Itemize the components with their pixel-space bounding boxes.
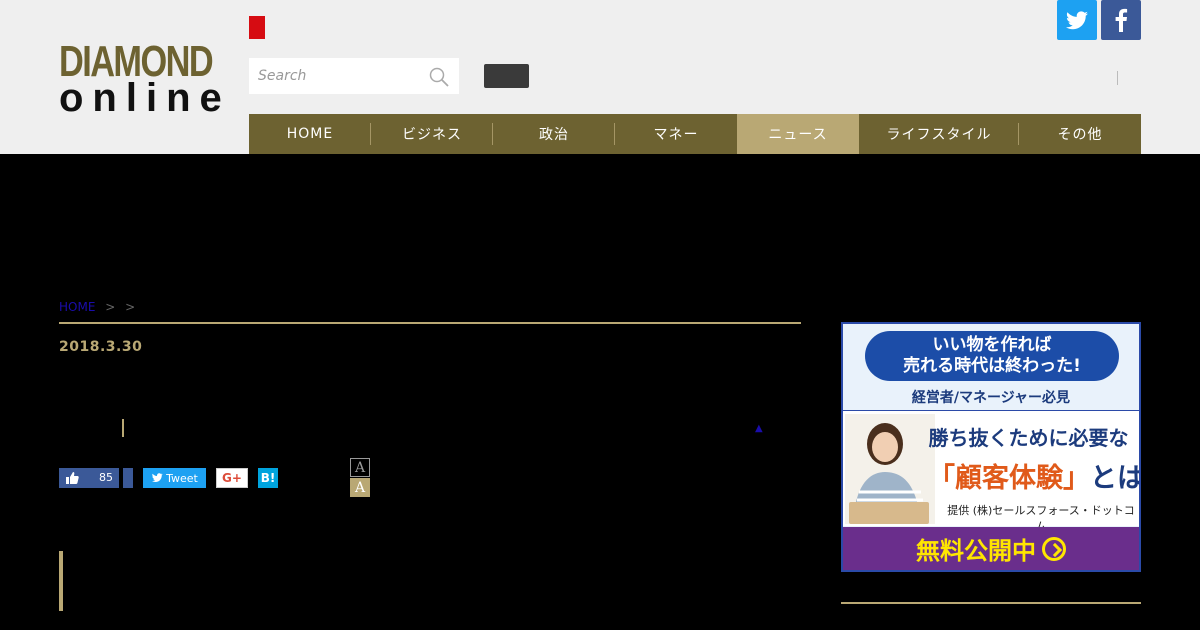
nav-item-label: 政治 [539,127,569,143]
font-size-large-button[interactable]: A [350,478,370,497]
header-separator [1117,71,1118,85]
google-plus-button[interactable]: G+ [216,468,248,488]
nav-item[interactable]: マネー [615,114,737,154]
nav-item-label: ライフスタイル [886,127,992,143]
arrow-right-circle-icon [1042,536,1066,561]
ad-title-highlight: 「顧客体験」 [928,463,1090,494]
tweet-label: Tweet [166,471,198,485]
twitter-icon [1066,11,1088,30]
nav-item-label: ビジネス [402,127,462,143]
ad-cta-label: 無料公開中 [916,537,1036,565]
hatena-bookmark-button[interactable]: B! [258,468,278,488]
nav-item-label: その他 [1057,127,1103,143]
nav-item[interactable]: その他 [1019,114,1141,154]
nav-item[interactable]: ビジネス [371,114,493,154]
article-date: 2018.3.30 [59,339,143,355]
twitter-button[interactable] [1057,0,1097,40]
triangle-icon[interactable]: ▲ [755,423,763,434]
breadcrumb-home[interactable]: HOME [59,300,95,314]
facebook-icon [1115,8,1128,32]
nav-item[interactable]: ライフスタイル [859,114,1019,154]
section-accent-bar [59,551,63,611]
search-input[interactable] [249,58,419,94]
main-nav: HOME ビジネス 政治 マネー ニュース ライフスタイル その他 [249,114,1141,154]
red-marker [249,16,265,39]
font-size-small-button[interactable]: A [350,458,370,477]
search-box [249,58,459,94]
ad-headline-line1: いい物を作れば [932,335,1052,355]
ad-cta-button[interactable]: 無料公開中 [843,527,1139,570]
ad-headline: いい物を作れば 売れる時代は終わった! [865,331,1119,381]
breadcrumb-separator: > [105,300,116,314]
breadcrumb: HOME > > [59,300,135,314]
title-accent-bar [122,419,124,437]
site-header: DIAMOND online HOME ビジネス 政治 マネー ニュース ライフスタイル そ… [0,0,1200,154]
nav-item[interactable]: HOME [249,114,371,154]
thumbs-up-icon [66,472,79,484]
ad-title-suffix: とは [1090,463,1141,494]
twitter-icon [152,473,163,482]
breadcrumb-separator: > [125,300,136,314]
ad-title-line2: 「顧客体験」とは [928,456,1139,495]
tweet-button[interactable]: Tweet [143,468,206,488]
nav-item-label: ニュース [768,127,828,143]
like-count: 85 [99,471,113,484]
facebook-like-button[interactable]: 85 [59,468,119,488]
nav-item-label: HOME [286,126,334,142]
ad-title-line1: 勝ち抜くために必要な [928,426,1129,450]
facebook-button[interactable] [1101,0,1141,40]
ad-target: 経営者/マネージャー必見 [911,390,1071,406]
nav-item[interactable]: ニュース [737,114,859,154]
sidebar-rule [841,602,1141,604]
article-top-rule [59,322,801,324]
search-icon[interactable] [429,67,449,87]
nav-item-label: マネー [653,127,699,143]
site-logo[interactable]: DIAMOND online [59,40,224,119]
dark-button[interactable] [484,64,529,88]
sidebar-ad-banner[interactable]: いい物を作れば 売れる時代は終わった! 経営者/マネージャー必見 勝ち抜くために… [841,322,1141,572]
ad-headline-line2: 売れる時代は終わった! [903,356,1081,376]
logo-online: online [59,76,231,120]
nav-item[interactable]: 政治 [493,114,615,154]
facebook-share-button[interactable] [123,468,133,488]
